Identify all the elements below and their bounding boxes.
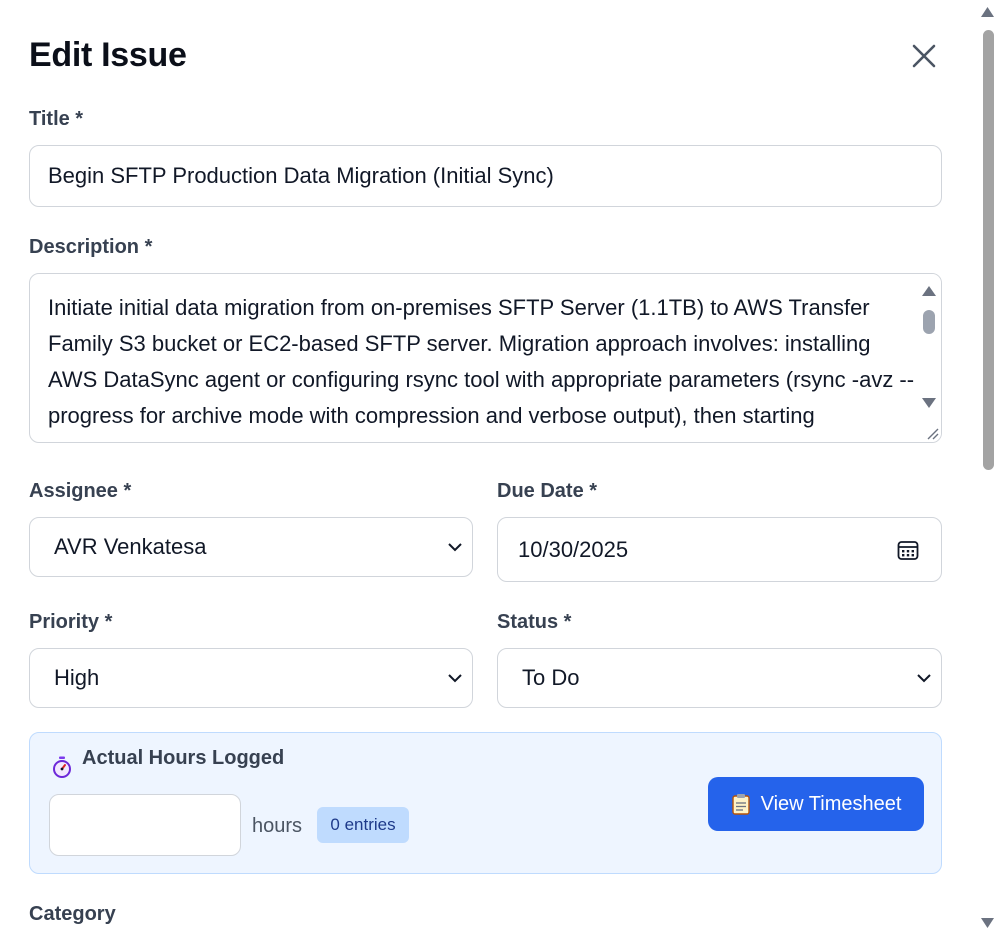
chevron-down-icon <box>448 543 462 552</box>
actual-hours-input[interactable] <box>49 794 241 856</box>
priority-select[interactable]: High <box>29 648 473 708</box>
category-label: Category <box>29 903 116 925</box>
assignee-select[interactable]: AVR Venkatesa <box>29 517 473 577</box>
title-input-value: Begin SFTP Production Data Migration (In… <box>48 163 554 188</box>
status-select[interactable]: To Do <box>497 648 942 708</box>
entries-badge: 0 entries <box>317 807 409 843</box>
assignee-select-value: AVR Venkatesa <box>54 534 207 559</box>
stopwatch-icon <box>53 756 71 778</box>
description-label: Description * <box>29 236 153 258</box>
due-date-label: Due Date * <box>497 480 598 502</box>
close-button[interactable] <box>906 38 942 74</box>
page-scrollbar[interactable] <box>978 0 997 937</box>
chevron-down-icon <box>917 674 931 683</box>
scroll-down-icon[interactable] <box>981 918 994 928</box>
description-textarea[interactable]: Initiate initial data migration from on-… <box>29 273 942 443</box>
close-icon <box>912 44 936 68</box>
title-input[interactable]: Begin SFTP Production Data Migration (In… <box>29 145 942 207</box>
priority-select-value: High <box>54 665 100 690</box>
scroll-up-icon[interactable] <box>981 7 994 17</box>
status-select-value: To Do <box>522 665 580 690</box>
actual-hours-panel: Actual Hours Logged hours 0 entries View… <box>29 732 942 874</box>
description-scrollbar[interactable] <box>917 274 941 442</box>
actual-hours-title: Actual Hours Logged <box>82 747 285 769</box>
description-scroll-thumb[interactable] <box>923 310 935 334</box>
status-label: Status * <box>497 611 572 633</box>
resize-handle-icon[interactable] <box>921 422 939 440</box>
description-text: Initiate initial data migration from on-… <box>48 295 915 442</box>
hours-unit-label: hours <box>252 815 303 837</box>
chevron-down-icon <box>448 674 462 683</box>
modal-title: Edit Issue <box>29 36 187 74</box>
title-label: Title * <box>29 108 84 130</box>
scroll-down-icon[interactable] <box>922 398 936 408</box>
scroll-up-icon[interactable] <box>922 286 936 296</box>
view-timesheet-button[interactable]: View Timesheet <box>708 777 924 831</box>
edit-issue-modal: Edit Issue Title * Begin SFTP Production… <box>0 0 978 937</box>
view-timesheet-label: View Timesheet <box>760 792 902 815</box>
page-scroll-thumb[interactable] <box>983 30 994 470</box>
assignee-label: Assignee * <box>29 480 132 502</box>
calendar-icon[interactable] <box>897 539 919 561</box>
due-date-value: 10/30/2025 <box>518 536 629 562</box>
clipboard-icon <box>731 794 750 815</box>
priority-label: Priority * <box>29 611 113 633</box>
due-date-input[interactable]: 10/30/2025 <box>497 517 942 582</box>
